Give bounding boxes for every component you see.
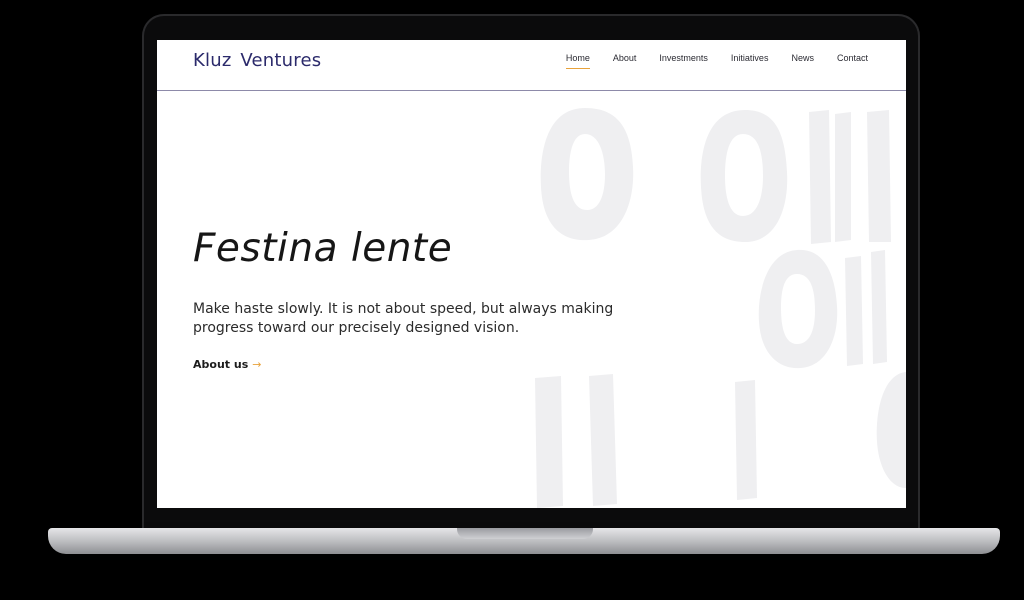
main-nav: Home About Investments Initiatives News … [565, 53, 868, 69]
brush-bar-shape [871, 250, 887, 364]
brush-zero-shape [876, 372, 906, 488]
nav-item-investments[interactable]: Investments [659, 53, 708, 67]
brush-bar-shape [845, 256, 863, 366]
brush-bar-shape [535, 376, 563, 508]
brush-bar-shape [835, 112, 851, 242]
brush-zero-shape [758, 249, 838, 369]
laptop-hinge-notch [457, 528, 593, 539]
brush-bar-shape [809, 110, 831, 244]
hero-title: Festina lente [193, 226, 453, 271]
site-logo[interactable]: Kluz Ventures [193, 50, 321, 71]
brush-zero-shape [540, 108, 634, 241]
hero-description: Make haste slowly. It is not about speed… [193, 301, 614, 336]
brush-bar-shape [735, 380, 757, 500]
nav-item-contact[interactable]: Contact [837, 53, 868, 67]
brush-zero-shape [700, 110, 788, 242]
arrow-right-icon: → [252, 358, 262, 371]
nav-item-initiatives[interactable]: Initiatives [731, 53, 769, 67]
browser-screen: Kluz Ventures Home About Investments Ini… [157, 40, 906, 508]
about-us-link[interactable]: About us → [193, 358, 261, 371]
about-us-link-label: About us [193, 358, 249, 371]
nav-item-about[interactable]: About [613, 53, 637, 67]
brush-bar-shape [589, 374, 617, 506]
site-header: Kluz Ventures Home About Investments Ini… [157, 40, 906, 91]
brush-bar-shape [867, 110, 891, 242]
nav-item-home[interactable]: Home [565, 53, 590, 69]
nav-item-news[interactable]: News [791, 53, 814, 67]
